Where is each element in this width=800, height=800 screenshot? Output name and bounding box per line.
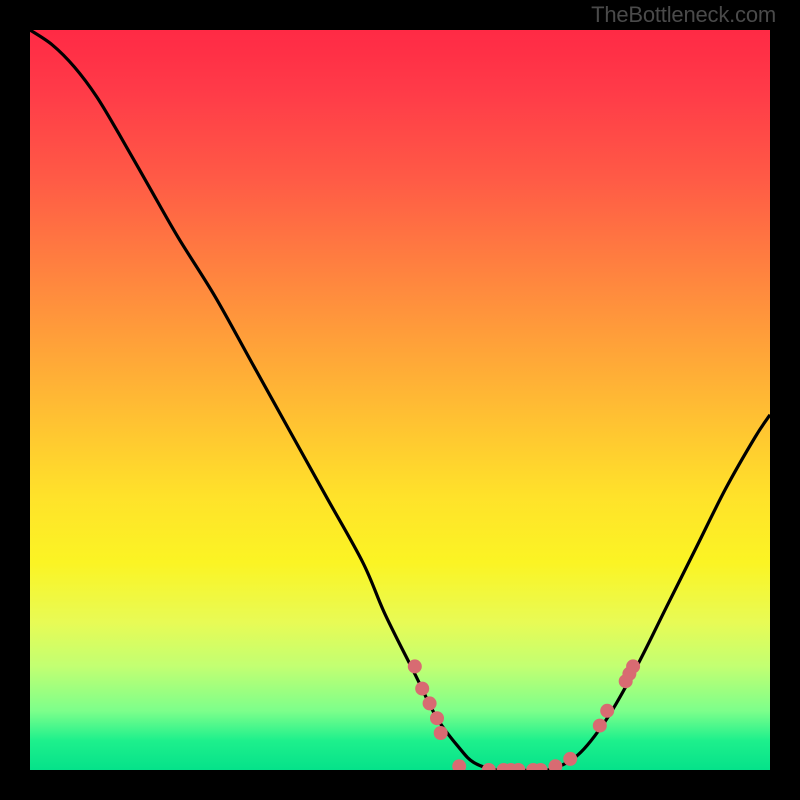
data-dot [452, 759, 466, 770]
data-dot [511, 763, 525, 770]
data-dot [430, 711, 444, 725]
data-dot [548, 759, 562, 770]
data-dot [497, 763, 511, 770]
chart-svg [30, 30, 770, 770]
data-dot [563, 752, 577, 766]
data-dot [415, 682, 429, 696]
data-dot [626, 659, 640, 673]
data-dot [593, 719, 607, 733]
data-dot [408, 659, 422, 673]
data-dot [482, 763, 496, 770]
data-dot [504, 763, 518, 770]
data-dot [600, 704, 614, 718]
data-dot [619, 674, 633, 688]
data-dot [622, 667, 636, 681]
data-dot [434, 726, 448, 740]
data-dots [408, 659, 640, 770]
watermark-text: TheBottleneck.com [591, 2, 776, 28]
curve-line [30, 30, 770, 770]
chart-plot-area [30, 30, 770, 770]
data-dot [526, 763, 540, 770]
data-dot [423, 696, 437, 710]
data-dot [534, 763, 548, 770]
